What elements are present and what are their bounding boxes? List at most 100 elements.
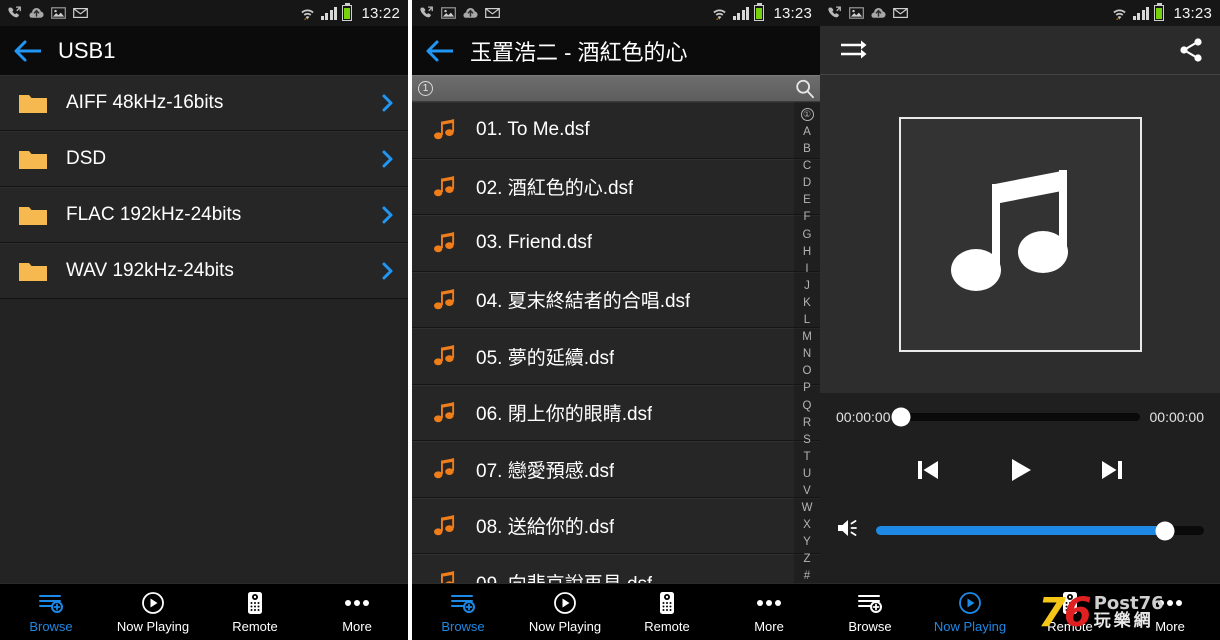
search-icon[interactable] — [794, 78, 816, 100]
index-letter[interactable]: H — [803, 244, 811, 261]
index-letter[interactable]: D — [803, 175, 811, 192]
index-letter[interactable]: G — [803, 227, 812, 244]
album-art-placeholder[interactable] — [898, 116, 1142, 352]
volume-slider[interactable] — [876, 521, 1204, 540]
track-row[interactable]: 01. To Me.dsf — [412, 102, 820, 159]
nav-label: Now Playing — [116, 618, 190, 634]
index-letter[interactable]: A — [803, 124, 811, 141]
seek-thumb[interactable] — [891, 407, 910, 427]
index-letter[interactable]: M — [802, 329, 812, 346]
track-row[interactable]: 05. 夢的延續.dsf — [412, 328, 820, 385]
nav-label: More — [754, 618, 784, 634]
music-note-icon — [434, 232, 455, 253]
index-letter[interactable]: C — [803, 158, 811, 175]
back-arrow-icon[interactable] — [426, 39, 456, 63]
skip-next-icon[interactable] — [1095, 453, 1129, 487]
image-icon — [849, 7, 864, 19]
index-letter[interactable]: R — [803, 415, 811, 432]
track-row[interactable]: 04. 夏末終結者的合唱.dsf — [412, 271, 820, 328]
track-row[interactable]: 08. 送給你的.dsf — [412, 497, 820, 554]
track-label: 04. 夏末終結者的合唱.dsf — [476, 291, 691, 313]
skip-previous-icon[interactable] — [911, 453, 945, 487]
seek-slider[interactable] — [891, 407, 1140, 427]
status-bar-clock: 13:22 — [361, 4, 400, 22]
nav-item-browse[interactable]: Browse — [820, 584, 920, 640]
music-note-icon — [434, 402, 455, 422]
index-letter[interactable]: X — [803, 517, 811, 534]
index-letter[interactable]: W — [802, 500, 813, 517]
chevron-right-icon[interactable] — [381, 149, 394, 169]
volume-icon[interactable] — [836, 517, 862, 544]
nav-item-now-playing[interactable]: Now Playing — [514, 584, 616, 640]
page-title: 玉置浩二 - 酒紅色的心 — [470, 39, 688, 65]
play-icon[interactable] — [1003, 453, 1037, 487]
wifi-icon — [713, 9, 726, 20]
nav-item-more[interactable]: More — [1120, 584, 1220, 640]
track-label: 06. 閉上你的眼睛.dsf — [476, 404, 653, 426]
track-list: 01. To Me.dsf 02. 酒紅色的心.dsf 03. Friend.d… — [412, 102, 820, 583]
nav-item-remote[interactable]: Remote — [204, 584, 306, 640]
nav-item-more[interactable]: More — [718, 584, 820, 640]
status-bar-right-icons: 13:22 — [299, 3, 400, 22]
search-bar[interactable]: 1 — [412, 75, 820, 102]
nav-label: More — [1155, 618, 1185, 634]
seek-row: 00:00:00 00:00:00 — [836, 393, 1204, 427]
track-row[interactable]: 09. 向悲哀說再見.dsf — [412, 554, 820, 583]
index-letter[interactable]: Q — [803, 398, 812, 415]
index-letter[interactable]: F — [803, 209, 810, 226]
folder-list: AIFF 48kHz-16bits DSD FLAC 192kHz-24bits — [0, 75, 408, 583]
browse-add-icon — [38, 591, 64, 616]
index-letter[interactable]: L — [804, 312, 810, 329]
list-item[interactable]: AIFF 48kHz-16bits — [0, 75, 408, 131]
index-letter[interactable]: V — [803, 483, 811, 500]
list-item[interactable]: FLAC 192kHz-24bits — [0, 187, 408, 243]
nav-label: Remote — [644, 618, 690, 634]
back-arrow-icon[interactable] — [14, 39, 44, 63]
chevron-right-icon[interactable] — [381, 205, 394, 225]
music-note-icon — [434, 515, 455, 535]
index-letter[interactable]: E — [803, 192, 811, 209]
index-letter[interactable]: # — [804, 568, 810, 583]
track-row[interactable]: 06. 閉上你的眼睛.dsf — [412, 384, 820, 441]
track-row[interactable]: 03. Friend.dsf — [412, 215, 820, 272]
index-letter[interactable]: I — [805, 261, 808, 278]
chevron-right-icon[interactable] — [381, 93, 394, 113]
index-letter[interactable]: O — [803, 363, 812, 380]
index-letter[interactable]: S — [803, 432, 811, 449]
index-letter[interactable]: Y — [803, 534, 811, 551]
nav-item-browse[interactable]: Browse — [412, 584, 514, 640]
music-note-icon — [434, 176, 455, 196]
index-letter[interactable]: U — [803, 466, 811, 483]
wifi-icon — [1113, 9, 1126, 20]
list-item[interactable]: WAV 192kHz-24bits — [0, 243, 408, 299]
nav-item-now-playing[interactable]: Now Playing — [920, 584, 1020, 640]
list-item-label: DSD — [66, 148, 107, 169]
index-letter[interactable]: Z — [803, 551, 810, 568]
track-row[interactable]: 02. 酒紅色的心.dsf — [412, 158, 820, 215]
nav-item-remote[interactable]: Remote — [616, 584, 718, 640]
volume-thumb[interactable] — [1155, 521, 1175, 540]
alphabet-index-scrollbar[interactable]: ① A B C D E F G H I J K L M N O P Q R S — [794, 102, 820, 583]
track-row[interactable]: 07. 戀愛預感.dsf — [412, 441, 820, 498]
repeat-arrows-icon[interactable] — [840, 38, 872, 62]
music-note-icon — [951, 169, 1068, 291]
index-letter[interactable]: K — [803, 295, 811, 312]
list-item-label: AIFF 48kHz-16bits — [66, 92, 224, 113]
share-icon[interactable] — [1178, 37, 1204, 63]
mail-icon — [893, 8, 908, 18]
index-letter[interactable]: N — [803, 346, 811, 363]
nav-item-remote[interactable]: Remote — [1020, 584, 1120, 640]
remote-control-icon — [1062, 591, 1078, 616]
index-letter[interactable]: J — [804, 278, 810, 295]
index-letter[interactable]: ① — [800, 108, 814, 121]
list-item[interactable]: DSD — [0, 131, 408, 187]
music-note-icon — [434, 345, 455, 366]
chevron-right-icon[interactable] — [381, 261, 394, 281]
index-letter[interactable]: P — [803, 380, 811, 397]
nav-item-now-playing[interactable]: Now Playing — [102, 584, 204, 640]
battery-icon — [342, 3, 353, 21]
index-letter[interactable]: T — [803, 449, 810, 466]
index-letter[interactable]: B — [803, 141, 811, 158]
nav-item-browse[interactable]: Browse — [0, 584, 102, 640]
nav-item-more[interactable]: More — [306, 584, 408, 640]
